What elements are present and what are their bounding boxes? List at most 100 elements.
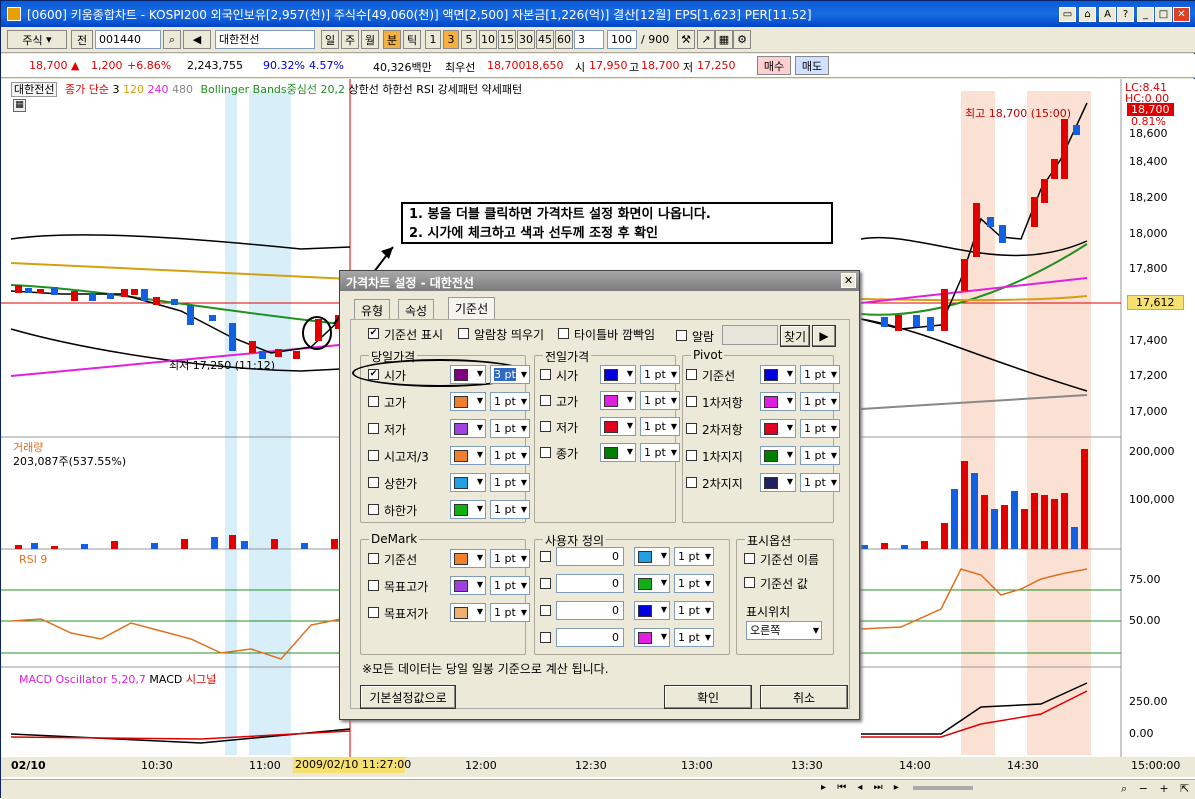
candle[interactable]: [999, 225, 1006, 243]
minimize-button[interactable]: _: [1137, 7, 1154, 22]
baseline-value-checkbox[interactable]: [744, 577, 755, 588]
today-checkbox-5[interactable]: [368, 504, 379, 515]
candle[interactable]: [187, 305, 194, 325]
interval-5[interactable]: 5: [461, 30, 477, 49]
candle[interactable]: [131, 289, 138, 295]
table-icon[interactable]: ▦: [715, 30, 733, 49]
help-button[interactable]: ?: [1117, 7, 1134, 22]
candle[interactable]: [913, 315, 920, 327]
today-color-picker-2[interactable]: ▼: [450, 419, 486, 438]
pivot-color-picker-3[interactable]: ▼: [760, 446, 796, 465]
sound-icon[interactable]: ◀︎: [183, 30, 211, 49]
link-button[interactable]: ⌂: [1079, 7, 1096, 22]
user-value-input-3[interactable]: 0: [556, 628, 624, 647]
user-color-picker-2[interactable]: ▼: [634, 601, 670, 620]
candle[interactable]: [1041, 179, 1048, 203]
demark-color-picker-0[interactable]: ▼: [450, 549, 486, 568]
candle[interactable]: [249, 341, 256, 353]
pivot-checkbox-1[interactable]: [686, 396, 697, 407]
today-color-picker-0[interactable]: ▼: [450, 365, 486, 384]
position-select[interactable]: 오른쪽 ▼: [746, 621, 822, 640]
period-tick[interactable]: 틱: [403, 30, 421, 49]
prev-color-picker-2[interactable]: ▼: [600, 417, 636, 436]
scroll-bar[interactable]: ▸ ⏮ ◂ ⏭ ▸ ⌕ − + ⇱: [1, 779, 1195, 799]
zoom-icons[interactable]: ⌕ − + ⇱: [1121, 782, 1193, 796]
pivot-thickness-select-0[interactable]: 1 pt ▼: [800, 365, 840, 384]
candle[interactable]: [153, 297, 160, 305]
prev-checkbox-0[interactable]: [540, 369, 551, 380]
user-thickness-select-1[interactable]: 1 pt ▼: [674, 574, 714, 593]
candle[interactable]: [987, 217, 994, 227]
today-color-picker-1[interactable]: ▼: [450, 392, 486, 411]
maximize-button[interactable]: □: [1155, 7, 1172, 22]
show-baseline-checkbox[interactable]: ✔: [368, 328, 379, 339]
user-value-input-0[interactable]: 0: [556, 547, 624, 566]
settings-icon[interactable]: ⚙: [733, 30, 751, 49]
pivot-checkbox-0[interactable]: [686, 369, 697, 380]
demark-checkbox-1[interactable]: [368, 580, 379, 591]
user-checkbox-1[interactable]: [540, 578, 551, 589]
interval-10[interactable]: 10: [479, 30, 497, 49]
prev-color-picker-3[interactable]: ▼: [600, 443, 636, 462]
today-thickness-select-0[interactable]: 3 pt ▼: [490, 365, 530, 384]
zoom-slider[interactable]: [913, 786, 973, 790]
prev-checkbox-3[interactable]: [540, 447, 551, 458]
candle[interactable]: [107, 293, 114, 299]
prev-checkbox-1[interactable]: [540, 395, 551, 406]
cancel-button[interactable]: 취소: [760, 685, 848, 709]
prev-checkbox-2[interactable]: [540, 421, 551, 432]
user-thickness-select-3[interactable]: 1 pt ▼: [674, 628, 714, 647]
candle[interactable]: [1031, 197, 1038, 227]
tool-icon[interactable]: ⚒: [677, 30, 695, 49]
candle[interactable]: [171, 299, 178, 305]
candle[interactable]: [37, 289, 44, 293]
pivot-thickness-select-1[interactable]: 1 pt ▼: [800, 392, 840, 411]
candle[interactable]: [1061, 119, 1068, 179]
candle[interactable]: [881, 317, 888, 327]
demark-checkbox-2[interactable]: [368, 607, 379, 618]
candle[interactable]: [15, 285, 22, 293]
today-checkbox-3[interactable]: [368, 450, 379, 461]
sell-button[interactable]: 매도: [795, 56, 829, 75]
candle[interactable]: [315, 319, 322, 341]
prev-color-picker-1[interactable]: ▼: [600, 391, 636, 410]
demark-thickness-select-1[interactable]: 1 pt ▼: [490, 576, 530, 595]
pivot-color-picker-4[interactable]: ▼: [760, 473, 796, 492]
today-checkbox-0[interactable]: ✔: [368, 369, 379, 380]
interval-3[interactable]: 3: [443, 30, 459, 49]
candle[interactable]: [51, 287, 58, 295]
today-checkbox-4[interactable]: [368, 477, 379, 488]
today-checkbox-2[interactable]: [368, 423, 379, 434]
user-checkbox-0[interactable]: [540, 551, 551, 562]
interval-1[interactable]: 1: [425, 30, 441, 49]
interval-45[interactable]: 45: [536, 30, 554, 49]
candle[interactable]: [259, 351, 266, 359]
candle[interactable]: [293, 351, 300, 359]
tab-property[interactable]: 속성: [398, 299, 435, 319]
blink-checkbox[interactable]: [558, 328, 569, 339]
candle[interactable]: [895, 315, 902, 331]
demark-thickness-select-0[interactable]: 1 pt ▼: [490, 549, 530, 568]
period-week[interactable]: 주: [341, 30, 359, 49]
dialog-close-icon[interactable]: ✕: [841, 273, 856, 288]
today-thickness-select-4[interactable]: 1 pt ▼: [490, 473, 530, 492]
candle[interactable]: [71, 291, 78, 301]
period-minute[interactable]: 분: [383, 30, 401, 49]
prev-thickness-select-0[interactable]: 1 pt ▼: [640, 365, 680, 384]
demark-color-picker-1[interactable]: ▼: [450, 576, 486, 595]
pivot-color-picker-1[interactable]: ▼: [760, 392, 796, 411]
indicator-icon[interactable]: ↗: [697, 30, 715, 49]
today-color-picker-5[interactable]: ▼: [450, 500, 486, 519]
candle[interactable]: [121, 289, 128, 297]
interval-15[interactable]: 15: [498, 30, 516, 49]
ok-button[interactable]: 확인: [664, 685, 752, 709]
interval-input[interactable]: 3: [574, 30, 604, 49]
prev-thickness-select-3[interactable]: 1 pt ▼: [640, 443, 680, 462]
today-color-picker-3[interactable]: ▼: [450, 446, 486, 465]
pivot-thickness-select-4[interactable]: 1 pt ▼: [800, 473, 840, 492]
pivot-checkbox-2[interactable]: [686, 423, 697, 434]
candle[interactable]: [1073, 125, 1080, 135]
candle[interactable]: [941, 289, 948, 331]
pivot-color-picker-2[interactable]: ▼: [760, 419, 796, 438]
prev-thickness-select-1[interactable]: 1 pt ▼: [640, 391, 680, 410]
